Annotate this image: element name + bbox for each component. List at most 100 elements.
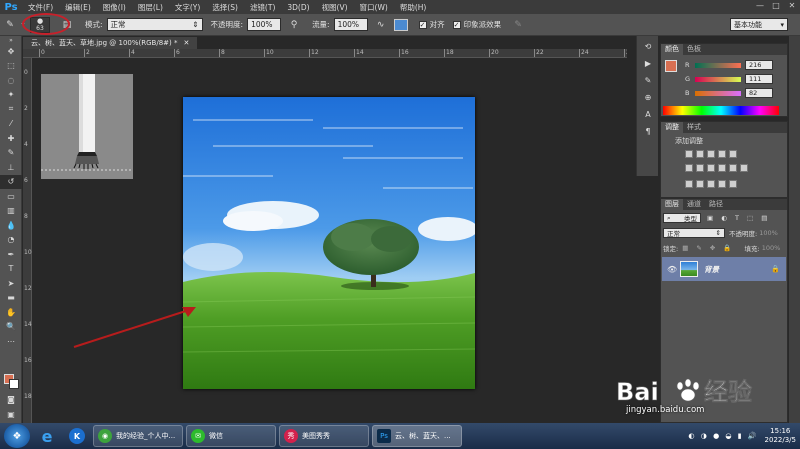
eye-icon[interactable]: 👁 bbox=[667, 265, 677, 274]
history-brush-icon[interactable]: ↺ bbox=[0, 174, 22, 189]
photo-filter-icon[interactable] bbox=[718, 164, 726, 172]
eraser-tool-icon[interactable]: ▭ bbox=[0, 189, 22, 204]
taskbar-item-jingyan[interactable]: ◉ 我的经验_个人中... bbox=[93, 425, 183, 447]
invert-icon[interactable] bbox=[685, 180, 693, 188]
blue-value[interactable]: 82 bbox=[745, 88, 773, 98]
taskbar-item-wechat[interactable]: ✉ 微信 bbox=[186, 425, 276, 447]
selective-color-icon[interactable] bbox=[729, 180, 737, 188]
minimize-button[interactable]: — bbox=[752, 0, 768, 12]
menu-select[interactable]: 选择(S) bbox=[206, 2, 244, 13]
curves-icon[interactable] bbox=[707, 150, 715, 158]
threshold-icon[interactable] bbox=[707, 180, 715, 188]
airbrush-icon[interactable]: ∿ bbox=[374, 18, 388, 32]
layer-filter-select[interactable]: ⌕ 类型 bbox=[663, 213, 701, 223]
menu-image[interactable]: 图像(I) bbox=[97, 2, 132, 13]
green-slider[interactable] bbox=[695, 76, 741, 82]
eyedropper-tool-icon[interactable]: ⁄ bbox=[0, 117, 22, 132]
paragraph-panel-icon[interactable]: ¶ bbox=[638, 124, 658, 138]
panel-scrollbar[interactable] bbox=[789, 36, 800, 423]
close-button[interactable]: ✕ bbox=[784, 0, 800, 12]
marquee-tool-icon[interactable]: ⬚ bbox=[0, 59, 22, 74]
layer-opacity-value[interactable]: 100% bbox=[759, 229, 778, 237]
k-app-icon[interactable]: K bbox=[64, 425, 90, 447]
posterize-icon[interactable] bbox=[696, 180, 704, 188]
pen-tool-icon[interactable]: ✒ bbox=[0, 247, 22, 262]
menu-file[interactable]: 文件(F) bbox=[22, 2, 59, 13]
collapse-arrows-icon[interactable]: » bbox=[0, 36, 22, 44]
quick-mask-icon[interactable]: ◙ bbox=[0, 392, 22, 407]
green-value[interactable]: 111 bbox=[745, 74, 773, 84]
move-tool-icon[interactable]: ✥ bbox=[0, 44, 22, 59]
layer-item[interactable]: 👁 背景 🔒 bbox=[662, 257, 786, 281]
background-color-swatch[interactable] bbox=[9, 379, 19, 389]
tab-color[interactable]: 颜色 bbox=[661, 44, 683, 55]
hand-tool-icon[interactable]: ✋ bbox=[0, 305, 22, 320]
brush-tool-icon[interactable]: ✎ bbox=[0, 146, 22, 161]
tab-channels[interactable]: 通道 bbox=[683, 199, 705, 210]
lasso-tool-icon[interactable]: ◌ bbox=[0, 73, 22, 88]
impression-checkbox[interactable]: ✓ bbox=[452, 20, 461, 29]
type-tool-icon[interactable]: T bbox=[0, 262, 22, 277]
crop-tool-icon[interactable]: ⌗ bbox=[0, 102, 22, 117]
lock-icons[interactable]: ▦ ✎ ✥ 🔒 bbox=[682, 244, 734, 252]
quick-select-tool-icon[interactable]: ✦ bbox=[0, 88, 22, 103]
stamp-tool-icon[interactable]: ⊥ bbox=[0, 160, 22, 175]
gradient-tool-icon[interactable]: ▥ bbox=[0, 204, 22, 219]
tab-swatches[interactable]: 色板 bbox=[683, 44, 705, 55]
blend-mode-select[interactable]: 正常 ⇕ bbox=[663, 228, 725, 238]
tab-layers[interactable]: 图层 bbox=[661, 199, 683, 210]
more-tools-icon[interactable]: ⋯ bbox=[0, 334, 22, 349]
menu-view[interactable]: 视图(V) bbox=[316, 2, 354, 13]
history-panel-icon[interactable]: ⟲ bbox=[638, 39, 658, 53]
menu-filter[interactable]: 滤镜(T) bbox=[244, 2, 281, 13]
fill-value[interactable]: 100% bbox=[762, 244, 781, 252]
blue-slider[interactable] bbox=[695, 90, 741, 96]
levels-icon[interactable] bbox=[696, 150, 704, 158]
clone-source-icon[interactable]: ⊕ bbox=[638, 90, 658, 104]
filter-icons[interactable]: ▣ ◐ T ⬚ ▤ bbox=[707, 214, 770, 222]
zoom-tool-icon[interactable]: 🔍 bbox=[0, 320, 22, 335]
align-checkbox[interactable]: ✓ bbox=[418, 20, 427, 29]
sample-source-icon[interactable] bbox=[393, 18, 408, 31]
document-tab[interactable]: 云、树、蓝天、草地.jpg @ 100%(RGB/8#) * ✕ bbox=[23, 37, 198, 49]
black-white-icon[interactable] bbox=[707, 164, 715, 172]
mode-select[interactable]: 正常 ⇕ bbox=[106, 18, 203, 31]
character-panel-icon[interactable]: A bbox=[638, 107, 658, 121]
color-spectrum[interactable] bbox=[663, 106, 779, 115]
brush-panel-icon[interactable]: ✎ bbox=[638, 73, 658, 87]
menu-layer[interactable]: 图层(L) bbox=[132, 2, 169, 13]
foreground-color-preview[interactable] bbox=[665, 60, 677, 72]
tab-styles[interactable]: 样式 bbox=[683, 122, 705, 133]
workspace-select[interactable]: 基本功能 ▾ bbox=[730, 18, 788, 31]
path-select-icon[interactable]: ➤ bbox=[0, 276, 22, 291]
exposure-icon[interactable] bbox=[718, 150, 726, 158]
menu-3d[interactable]: 3D(D) bbox=[281, 3, 315, 12]
red-value[interactable]: 216 bbox=[745, 60, 773, 70]
document-image[interactable] bbox=[183, 97, 475, 389]
flow-input[interactable]: 100% bbox=[333, 18, 368, 31]
screen-mode-icon[interactable]: ▣ bbox=[0, 407, 22, 422]
close-tab-icon[interactable]: ✕ bbox=[183, 39, 189, 47]
history-brush-tool-icon[interactable]: ✎ bbox=[3, 18, 17, 32]
menu-help[interactable]: 帮助(H) bbox=[394, 2, 433, 13]
maximize-button[interactable]: □ bbox=[768, 0, 784, 12]
clock[interactable]: 15:16 2022/3/5 bbox=[765, 427, 796, 445]
tab-paths[interactable]: 路径 bbox=[705, 199, 727, 210]
pressure-opacity-icon[interactable]: ⚲ bbox=[287, 18, 301, 32]
blur-tool-icon[interactable]: 💧 bbox=[0, 218, 22, 233]
pressure-size-icon[interactable]: ✎ bbox=[511, 18, 525, 32]
start-button-icon[interactable]: ❖ bbox=[4, 424, 30, 448]
actions-panel-icon[interactable]: ▶ bbox=[638, 56, 658, 70]
brightness-icon[interactable] bbox=[685, 150, 693, 158]
red-slider[interactable] bbox=[695, 62, 741, 68]
channel-mixer-icon[interactable] bbox=[729, 164, 737, 172]
menu-edit[interactable]: 编辑(E) bbox=[59, 2, 97, 13]
dodge-tool-icon[interactable]: ◔ bbox=[0, 233, 22, 248]
shape-tool-icon[interactable]: ▬ bbox=[0, 291, 22, 306]
healing-brush-icon[interactable]: ✚ bbox=[0, 131, 22, 146]
taskbar-item-photoshop[interactable]: Ps 云、树、蓝天、... bbox=[372, 425, 462, 447]
tray-icons[interactable]: ◐ ◑ ● ◒ ▮ 🔊 bbox=[688, 432, 758, 440]
ie-browser-icon[interactable]: e bbox=[34, 425, 60, 447]
menu-window[interactable]: 窗口(W) bbox=[354, 2, 394, 13]
tab-adjustments[interactable]: 调整 bbox=[661, 122, 683, 133]
